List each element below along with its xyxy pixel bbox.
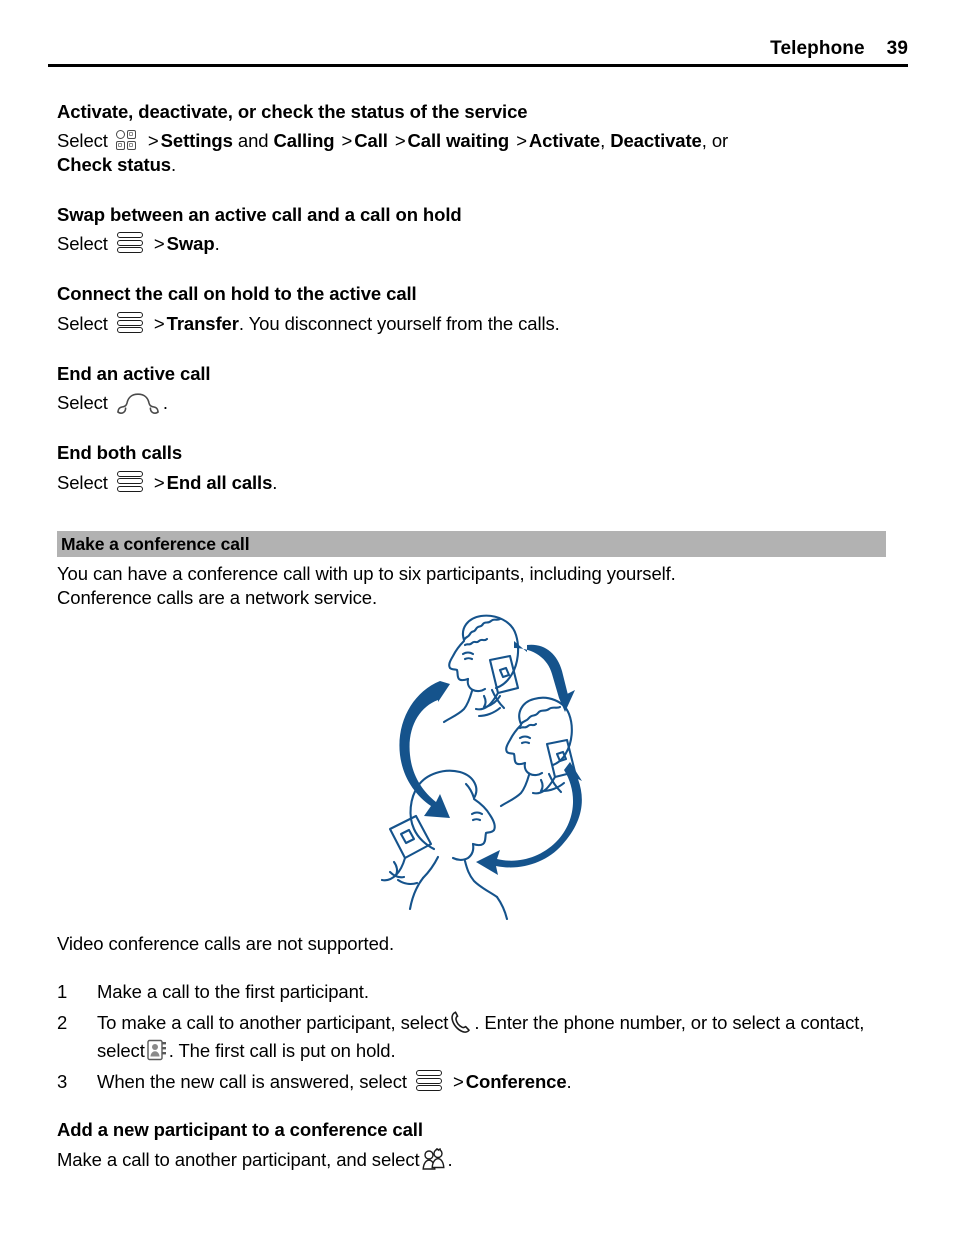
menu-path-conference: Conference bbox=[465, 1071, 567, 1093]
menu-path-end-all-calls: End all calls bbox=[166, 471, 273, 493]
conference-steps-area: Video conference calls are not supported… bbox=[57, 932, 907, 1099]
menu-path-check-status: Check status bbox=[57, 153, 171, 175]
options-menu-icon[interactable] bbox=[116, 231, 143, 255]
instruction-add-participant: Make a call to another participant, and … bbox=[57, 1147, 907, 1172]
step-number: 2 bbox=[57, 1011, 68, 1033]
step-text-part1: When the new call is answered, select bbox=[97, 1071, 407, 1093]
section-band-title: Make a conference call bbox=[61, 534, 250, 554]
conference-intro-line1: You can have a conference call with up t… bbox=[57, 563, 676, 584]
header-section-title: Telephone bbox=[770, 38, 865, 59]
call-handset-icon[interactable] bbox=[450, 1010, 472, 1034]
step-text-part1: To make a call to another participant, s… bbox=[97, 1011, 449, 1033]
menu-path-call-waiting: Call waiting bbox=[407, 129, 510, 151]
select-label: Select bbox=[57, 313, 108, 335]
add-participant-text-prefix: Make a call to another participant, and … bbox=[57, 1148, 420, 1170]
heading-swap-calls: Swap between an active call and a call o… bbox=[57, 203, 462, 225]
end-call-icon[interactable] bbox=[116, 392, 160, 414]
chevron-separator: > bbox=[516, 129, 527, 151]
period: . bbox=[214, 233, 220, 255]
step-text: Make a call to the first participant. bbox=[97, 981, 369, 1003]
conference-intro: You can have a conference call with up t… bbox=[57, 562, 897, 610]
conjunction-and: and bbox=[237, 129, 269, 151]
heading-add-participant: Add a new participant to a conference ca… bbox=[57, 1119, 423, 1140]
heading-end-both-calls: End both calls bbox=[57, 441, 183, 463]
menu-grid-icon[interactable] bbox=[115, 129, 138, 151]
options-menu-icon[interactable] bbox=[116, 470, 143, 494]
instruction-connect-hold-call: Select > Transfer. You disconnect yoursel… bbox=[57, 311, 897, 336]
chevron-separator: > bbox=[341, 129, 353, 151]
page-header: Telephone 39 bbox=[48, 38, 908, 60]
instruction-end-active-call: Select . bbox=[57, 391, 897, 415]
chevron-separator: > bbox=[153, 313, 165, 335]
options-menu-icon[interactable] bbox=[415, 1069, 442, 1093]
menu-path-transfer: Transfer bbox=[166, 313, 239, 335]
list-item: 1 Make a call to the first participant. bbox=[57, 978, 907, 1007]
menu-path-activate: Activate bbox=[528, 129, 601, 151]
conference-steps-list: 1 Make a call to the first participant. … bbox=[57, 978, 907, 1097]
step-number: 3 bbox=[57, 1071, 68, 1093]
contacts-icon[interactable] bbox=[147, 1039, 167, 1061]
chevron-separator: > bbox=[453, 1071, 464, 1093]
heading-activate-service: Activate, deactivate, or check the statu… bbox=[57, 101, 528, 122]
list-item: 2 To make a call to another participant,… bbox=[57, 1009, 907, 1066]
period: . bbox=[272, 471, 278, 493]
chevron-separator: > bbox=[153, 233, 165, 255]
instruction-swap-calls: Select > Swap. bbox=[57, 231, 897, 256]
add-participant-section: Add a new participant to a conference ca… bbox=[57, 1118, 907, 1172]
step-number: 1 bbox=[57, 981, 68, 1003]
period: . bbox=[162, 391, 168, 413]
period: . bbox=[566, 1071, 572, 1093]
conference-call-illustration bbox=[368, 612, 623, 921]
options-menu-icon[interactable] bbox=[116, 311, 143, 335]
menu-path-calling: Calling bbox=[273, 129, 335, 151]
menu-path-call: Call bbox=[354, 129, 388, 151]
period: . bbox=[447, 1148, 453, 1170]
heading-end-active-call: End an active call bbox=[57, 363, 211, 385]
list-item: 3 When the new call is answered, select … bbox=[57, 1068, 907, 1097]
instruction-activate-service: Select > Settings and Calling > Call > Call… bbox=[57, 129, 897, 177]
menu-path-settings: Settings bbox=[160, 129, 233, 151]
chevron-separator: > bbox=[153, 471, 165, 493]
chevron-separator: > bbox=[394, 129, 406, 151]
header-divider bbox=[48, 64, 908, 67]
section-band-make-conference-call: Make a conference call bbox=[57, 531, 886, 557]
heading-connect-hold-call: Connect the call on hold to the active c… bbox=[57, 283, 417, 305]
instruction-end-both-calls: Select > End all calls. bbox=[57, 470, 897, 495]
select-label: Select bbox=[57, 233, 108, 255]
select-label: Select bbox=[57, 471, 108, 493]
document-page: Telephone 39 Activate, deactivate, or che… bbox=[0, 0, 954, 1258]
instruction-trailing-text: . You disconnect yourself from the calls… bbox=[238, 313, 560, 335]
video-conference-note: Video conference calls are not supported… bbox=[57, 933, 395, 954]
step-text-part3: . The first call is put on hold. bbox=[168, 1040, 396, 1062]
comma-separator: , bbox=[600, 129, 606, 151]
select-label: Select bbox=[57, 391, 108, 413]
conference-people-icon[interactable] bbox=[421, 1147, 446, 1171]
header-page-number: 39 bbox=[886, 38, 908, 59]
menu-path-swap: Swap bbox=[166, 233, 215, 255]
chevron-separator: > bbox=[147, 129, 159, 151]
period: . bbox=[170, 153, 177, 175]
select-label: Select bbox=[57, 129, 108, 151]
trailing-or: , or bbox=[701, 129, 729, 151]
conference-intro-line2: Conference calls are a network service. bbox=[57, 587, 377, 609]
menu-path-deactivate: Deactivate bbox=[610, 129, 702, 151]
page-content: Activate, deactivate, or check the statu… bbox=[57, 100, 897, 495]
